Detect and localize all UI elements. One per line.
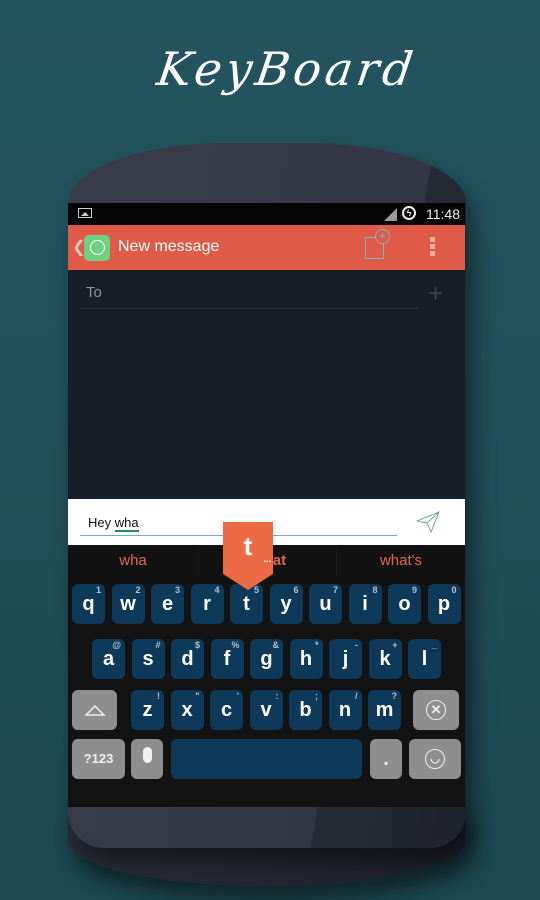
suggestion-item[interactable]: what's — [336, 552, 465, 569]
key-secondary: ? — [391, 691, 398, 701]
key-secondary: % — [231, 640, 240, 650]
power-saving-icon: ϟ — [402, 206, 416, 220]
key-secondary: : — [275, 691, 279, 701]
key-g[interactable]: g & — [250, 639, 283, 679]
key-secondary: 9 — [411, 585, 417, 595]
page-title: New message — [118, 238, 220, 255]
shift-key[interactable] — [72, 690, 117, 730]
mic-key[interactable] — [131, 739, 163, 779]
key-secondary: " — [195, 691, 200, 701]
key-secondary: 1 — [95, 585, 101, 595]
symbols-label: ?123 — [83, 751, 114, 766]
key-secondary: - — [355, 640, 358, 650]
key-secondary: ' — [236, 691, 239, 701]
key-a[interactable]: a @ — [92, 639, 125, 679]
key-secondary: # — [155, 640, 161, 650]
promo-title: KeyBoard — [153, 42, 421, 96]
key-preview-letter: t — [243, 531, 253, 561]
key-secondary: 3 — [174, 585, 180, 595]
composing-word: wha — [114, 515, 139, 532]
delete-icon: ✕ — [426, 700, 446, 720]
key-l[interactable]: l _ — [408, 639, 441, 679]
microphone-icon — [142, 747, 152, 763]
key-secondary: ; — [315, 691, 318, 701]
key-r[interactable]: r4 — [190, 584, 224, 624]
key-o[interactable]: o9 — [388, 584, 421, 624]
recipient-field[interactable]: To — [80, 284, 418, 309]
plus-icon[interactable]: + — [428, 278, 443, 309]
more-vert-icon[interactable] — [430, 237, 436, 258]
key-x[interactable]: x " — [170, 690, 204, 730]
compose-area: To + — [68, 270, 465, 499]
key-i[interactable]: i8 — [348, 584, 382, 624]
key-m[interactable]: m? — [368, 690, 401, 730]
key-d[interactable]: d $ — [171, 639, 204, 679]
key-secondary: 2 — [135, 585, 141, 595]
key-secondary: 4 — [214, 585, 220, 595]
key-secondary: $ — [194, 640, 200, 650]
emoji-key[interactable]: ◡ — [409, 739, 461, 779]
key-e[interactable]: e3 — [151, 584, 184, 624]
key-secondary: @ — [112, 640, 121, 650]
key-secondary: 6 — [293, 585, 299, 595]
key-secondary: & — [272, 640, 280, 650]
key-n[interactable]: n / — [328, 690, 362, 730]
suggestion-item[interactable]: wha — [68, 552, 198, 569]
key-k[interactable]: k + — [368, 639, 402, 679]
key-q[interactable]: q1 — [72, 584, 105, 624]
period-label: . — [383, 748, 389, 770]
key-c[interactable]: c ' — [210, 690, 243, 730]
key-preview-popup: t... — [223, 522, 273, 590]
shift-icon — [83, 704, 106, 716]
period-key[interactable]: . — [370, 739, 402, 779]
space-key[interactable] — [171, 739, 362, 779]
image-icon — [78, 208, 92, 218]
key-secondary: 8 — [372, 585, 378, 595]
phone-screen: ϟ 11:48 ❮ New message + To + Hey wha wha… — [68, 203, 465, 807]
key-z[interactable]: z! — [131, 690, 164, 730]
typed-prefix: Hey — [88, 515, 115, 530]
key-y[interactable]: y6 — [269, 584, 303, 624]
signal-icon — [384, 208, 397, 221]
key-h[interactable]: h * — [289, 639, 323, 679]
key-u[interactable]: u7 — [309, 584, 342, 624]
key-j[interactable]: j- — [329, 639, 362, 679]
chat-bubble-icon[interactable] — [84, 235, 110, 261]
key-secondary: + — [392, 640, 398, 650]
emoji-icon: ◡ — [425, 749, 445, 769]
backspace-key[interactable]: ✕ — [413, 690, 459, 730]
key-v[interactable]: v: — [249, 690, 283, 730]
key-secondary: ! — [157, 691, 160, 701]
key-f[interactable]: f% — [210, 639, 244, 679]
compose-add-icon[interactable]: + — [365, 229, 390, 259]
app-bar: ❮ New message + — [68, 225, 465, 270]
paper-plane-icon[interactable] — [416, 511, 440, 533]
symbols-key[interactable]: ?123 — [72, 739, 125, 779]
key-secondary: / — [354, 691, 358, 701]
key-s[interactable]: s # — [131, 639, 165, 679]
key-secondary: * — [314, 640, 319, 650]
key-secondary: _ — [431, 640, 437, 650]
keyboard: q 1 w 2 e 3 r 4 t 5 y 6 u 7 i 8 o 9 p 0 a @ s # d $ f% g & h * j - k + l _ z!… — [68, 578, 465, 807]
key-w[interactable]: w2 — [111, 584, 145, 624]
status-bar: ϟ 11:48 — [68, 203, 465, 225]
status-time: 11:48 — [426, 206, 460, 222]
key-p[interactable]: p0 — [427, 584, 461, 624]
key-b[interactable]: b; — [289, 690, 322, 730]
key-secondary: 0 — [451, 585, 457, 595]
more-icon: ... — [263, 554, 271, 564]
divider — [198, 545, 199, 578]
key-secondary: 7 — [332, 585, 338, 595]
key-t[interactable]: t5 — [230, 584, 263, 624]
